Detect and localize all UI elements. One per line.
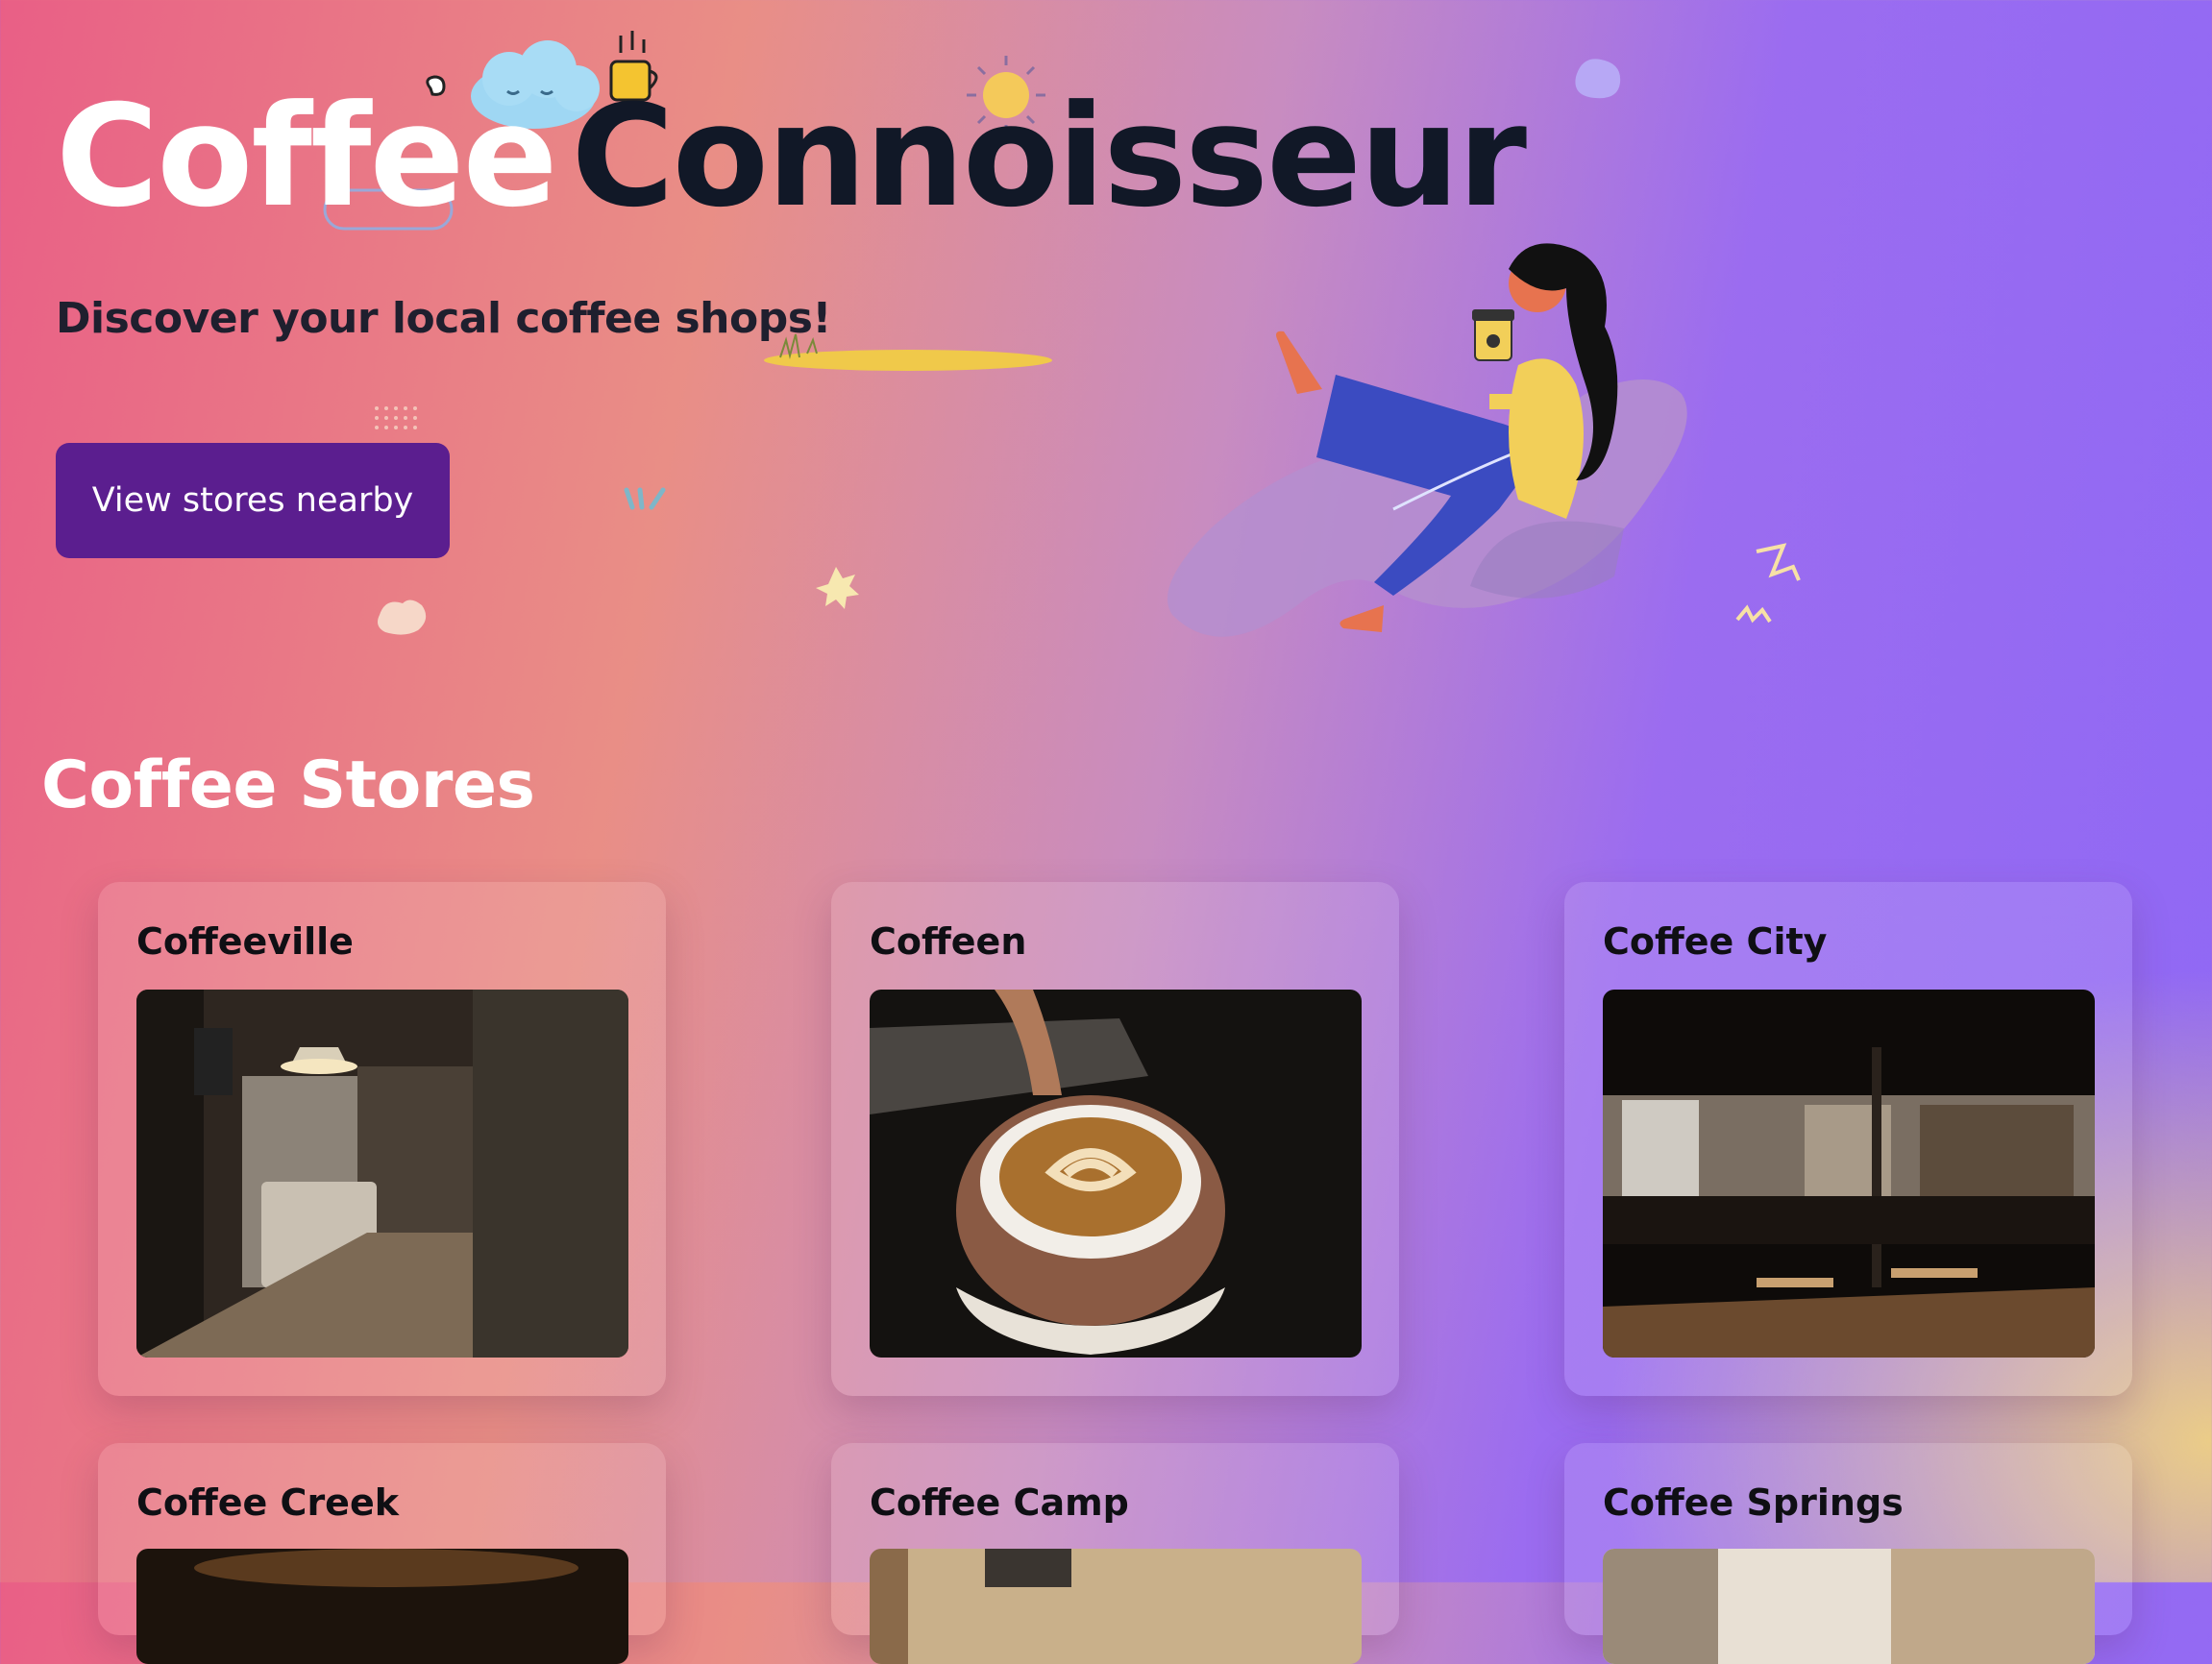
dots-pattern (375, 406, 417, 429)
store-name: Coffee Camp (870, 1481, 1129, 1524)
store-name: Coffeen (870, 920, 1027, 963)
store-card-coffeen[interactable]: Coffeen (831, 882, 1399, 1396)
view-stores-nearby-button[interactable]: View stores nearby (56, 443, 450, 558)
store-name: Coffeeville (136, 920, 354, 963)
title-word-connoisseur: Connoisseur (571, 75, 1527, 238)
page-title: Coffee Connoisseur (56, 86, 1527, 227)
blob-icon (1575, 59, 1621, 99)
store-card-coffee-creek[interactable]: Coffee Creek (98, 1443, 666, 1664)
store-image-cafe-window[interactable] (1603, 1549, 2095, 1664)
star-icon (816, 567, 859, 609)
store-image-dark-cafe-interior[interactable] (1603, 990, 2095, 1358)
store-name: Coffee Creek (136, 1481, 399, 1524)
store-card-coffee-springs[interactable]: Coffee Springs (1564, 1443, 2132, 1664)
coffee-stores-heading: Coffee Stores (41, 747, 535, 823)
store-image-latte-art[interactable] (870, 990, 1362, 1358)
hero-subtitle: Discover your local coffee shops! (56, 294, 831, 343)
store-card-coffeeville[interactable]: Coffeeville (98, 882, 666, 1396)
store-card-coffee-city[interactable]: Coffee City (1564, 882, 2132, 1396)
store-name: Coffee Springs (1603, 1481, 1904, 1524)
store-name: Coffee City (1603, 920, 1828, 963)
blob-icon-2 (378, 600, 427, 635)
store-image-coffee-cup[interactable] (136, 1549, 628, 1664)
store-image-cafe-counter[interactable] (136, 990, 628, 1358)
store-card-coffee-camp[interactable]: Coffee Camp (831, 1443, 1399, 1664)
store-image-cafe-chalkboard[interactable] (870, 1549, 1362, 1664)
hero-illustration (1167, 243, 1687, 637)
title-word-coffee: Coffee (56, 75, 558, 238)
dash-marks (624, 487, 666, 510)
